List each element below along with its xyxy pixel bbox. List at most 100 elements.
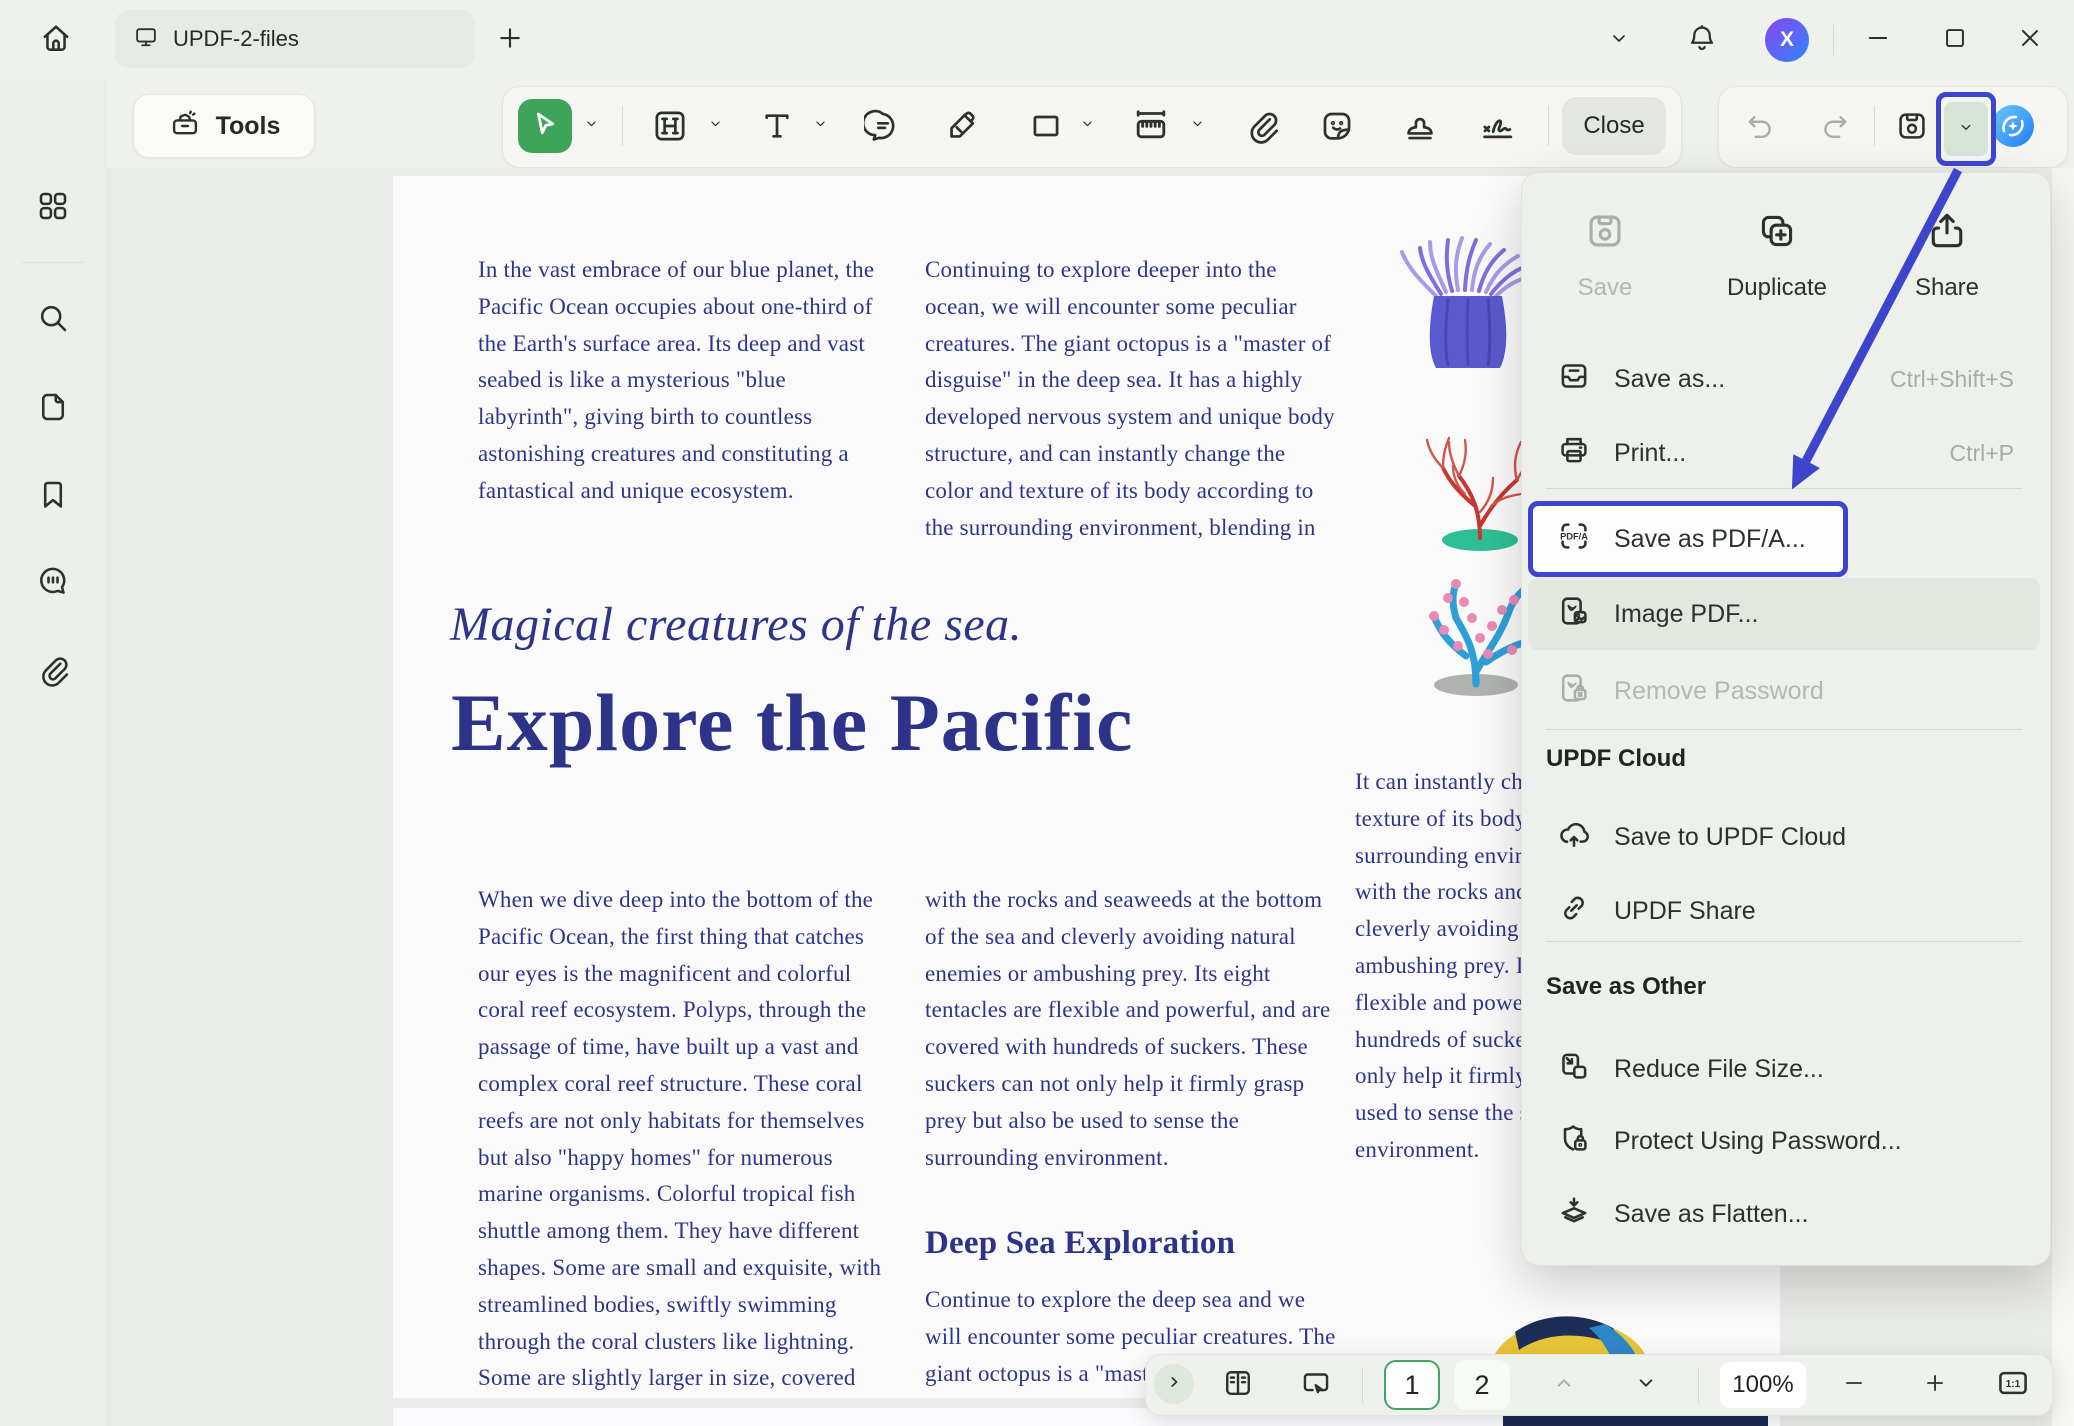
shape-tool-button[interactable] xyxy=(1024,106,1068,150)
expand-bar-button[interactable] xyxy=(1154,1364,1194,1404)
new-tab-button[interactable] xyxy=(492,22,528,58)
undo-button[interactable] xyxy=(1738,106,1782,150)
minimize-button[interactable] xyxy=(1858,20,1898,60)
select-tool-button[interactable] xyxy=(518,99,572,153)
sidebar-divider xyxy=(22,262,84,263)
text-tool-button[interactable] xyxy=(755,106,799,150)
window-dropdown-button[interactable] xyxy=(1600,24,1638,56)
toolbar-divider xyxy=(1874,106,1875,146)
chevron-down-icon xyxy=(1633,1370,1659,1401)
comment-tool-button[interactable] xyxy=(861,106,905,150)
previous-page-button[interactable] xyxy=(1544,1368,1584,1402)
fit-one-to-one-icon: 1:1 xyxy=(1995,1365,2031,1406)
close-window-button[interactable] xyxy=(2010,20,2050,60)
sidebar-item-comments[interactable] xyxy=(28,558,78,608)
tab-title: UPDF-2-files xyxy=(173,26,299,52)
zoom-level-button[interactable]: 100% xyxy=(1720,1362,1806,1408)
menu-item-save-as[interactable]: Save as... Ctrl+Shift+S xyxy=(1528,351,2040,407)
measure-tool-button[interactable] xyxy=(1127,106,1175,150)
text-icon xyxy=(758,107,796,150)
flatten-icon xyxy=(1556,1193,1592,1236)
paragraph-col1-1: In the vast embrace of our blue planet, … xyxy=(478,252,874,510)
remove-password-icon xyxy=(1556,670,1592,713)
menu-quick-share[interactable]: Share xyxy=(1882,209,2012,302)
next-page-button[interactable] xyxy=(1626,1368,1666,1402)
close-icon xyxy=(2016,24,2044,57)
stamp-icon xyxy=(1401,107,1439,150)
zoom-in-button[interactable] xyxy=(1915,1368,1955,1402)
page-number-current[interactable]: 1 xyxy=(1384,1360,1440,1410)
notifications-button[interactable] xyxy=(1682,20,1722,60)
paragraph-col2-2: with the rocks and seaweeds at the botto… xyxy=(925,882,1330,1176)
updf-ai-button[interactable] xyxy=(1990,105,2036,151)
shape-tool-dropdown[interactable] xyxy=(1074,113,1100,139)
title-bar: UPDF-2-files X xyxy=(0,0,2074,79)
sidebar-item-pages[interactable] xyxy=(28,384,78,434)
stamp-tool-button[interactable] xyxy=(1398,106,1442,150)
minimize-icon xyxy=(1864,24,1892,57)
pen-tool-button[interactable] xyxy=(940,106,984,150)
fit-page-button[interactable]: 1:1 xyxy=(1989,1366,2037,1404)
page-thumbnails-button[interactable] xyxy=(1216,1366,1260,1404)
updf-app-window: UPDF-2-files X xyxy=(0,0,2074,1426)
heading-tool-button[interactable] xyxy=(648,106,692,150)
menu-item-save-to-cloud[interactable]: Save to UPDF Cloud xyxy=(1528,809,2040,865)
menu-item-print[interactable]: Print... Ctrl+P xyxy=(1528,425,2040,481)
menu-divider xyxy=(1546,729,2022,730)
chevron-right-icon xyxy=(1163,1371,1185,1398)
sidebar-item-grid[interactable] xyxy=(28,183,78,233)
sidebar-item-attachments[interactable] xyxy=(28,647,78,697)
save-button[interactable] xyxy=(1890,106,1934,150)
home-icon xyxy=(38,20,74,61)
chevron-down-icon xyxy=(707,115,724,137)
menu-item-image-pdf[interactable]: Image PDF... xyxy=(1528,578,2040,650)
page-1-label: 1 xyxy=(1404,1370,1419,1401)
signature-tool-button[interactable] xyxy=(1473,106,1529,150)
document-tab[interactable]: UPDF-2-files xyxy=(115,10,475,68)
zoom-level-label: 100% xyxy=(1732,1371,1793,1399)
measure-tool-dropdown[interactable] xyxy=(1184,113,1210,139)
avatar[interactable]: X xyxy=(1765,18,1809,62)
left-sidebar xyxy=(0,79,106,1426)
page-2-label: 2 xyxy=(1474,1370,1489,1401)
comment-bubble-icon xyxy=(35,563,71,604)
home-button[interactable] xyxy=(28,12,84,68)
menu-item-reduce-file-size[interactable]: Reduce File Size... xyxy=(1528,1041,2040,1097)
menu-item-protect-password[interactable]: Protect Using Password... xyxy=(1528,1113,2040,1169)
tools-button[interactable]: Tools xyxy=(133,94,315,158)
close-editor-button[interactable]: Close xyxy=(1562,97,1666,155)
menu-item-updf-share[interactable]: UPDF Share xyxy=(1528,883,2040,939)
heading-italic: Magical creatures of the sea. xyxy=(450,596,1022,654)
redo-button[interactable] xyxy=(1813,106,1857,150)
toolbar-divider xyxy=(1548,106,1549,146)
protect-password-label: Protect Using Password... xyxy=(1614,1127,1902,1156)
shield-lock-icon xyxy=(1556,1120,1592,1163)
menu-quick-duplicate[interactable]: Duplicate xyxy=(1712,209,1842,302)
heading-tool-dropdown[interactable] xyxy=(702,113,728,139)
toolbox-icon xyxy=(168,107,202,146)
sticker-tool-button[interactable] xyxy=(1315,106,1359,150)
presentation-button[interactable] xyxy=(1294,1366,1338,1404)
zoom-out-button[interactable] xyxy=(1834,1368,1874,1402)
sidebar-item-bookmarks[interactable] xyxy=(28,472,78,522)
document-scrollbar[interactable] xyxy=(2052,168,2074,1426)
sidebar-item-search[interactable] xyxy=(28,295,78,345)
chevron-down-icon xyxy=(583,115,600,137)
ruler-icon xyxy=(1131,106,1171,151)
chevron-up-icon xyxy=(1551,1370,1577,1401)
save-dropdown-menu: Save Duplicate Share Save as... Ctrl+Shi… xyxy=(1521,172,2051,1266)
save-as-shortcut: Ctrl+Shift+S xyxy=(1890,366,2040,393)
plus-icon xyxy=(1922,1370,1948,1401)
attach-tool-button[interactable] xyxy=(1240,106,1284,150)
menu-item-save-as-pdfa[interactable]: PDF/A Save as PDF/A... xyxy=(1528,511,2040,567)
page-number-next[interactable]: 2 xyxy=(1454,1360,1510,1410)
text-tool-dropdown[interactable] xyxy=(807,113,833,139)
save-as-flatten-label: Save as Flatten... xyxy=(1614,1200,1809,1229)
select-tool-dropdown[interactable] xyxy=(578,113,604,139)
undo-icon xyxy=(1743,109,1777,148)
menu-quick-save[interactable]: Save xyxy=(1540,209,1670,302)
paragraph-col2-1: Continuing to explore deeper into the oc… xyxy=(925,252,1335,546)
titlebar-divider xyxy=(1833,25,1834,55)
maximize-button[interactable] xyxy=(1935,20,1975,60)
menu-item-save-as-flatten[interactable]: Save as Flatten... xyxy=(1528,1186,2040,1242)
